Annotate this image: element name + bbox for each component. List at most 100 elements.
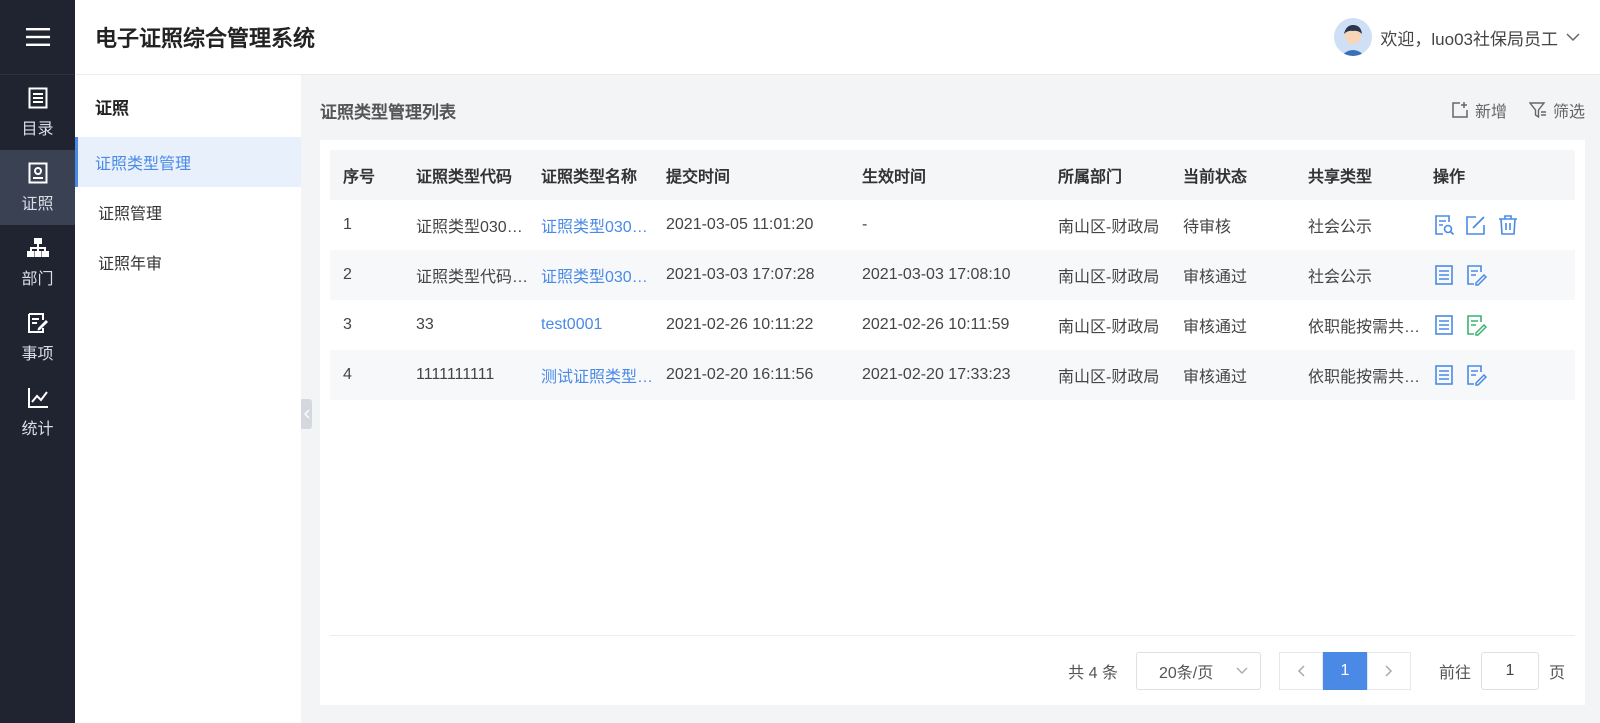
page-number-button[interactable]: 1	[1322, 651, 1367, 690]
subnav-title: 证照	[95, 98, 129, 118]
subnav-item-license-type[interactable]: 证照类型管理	[75, 137, 301, 187]
edit-icon	[1466, 216, 1485, 235]
doc-edit-icon	[1467, 315, 1487, 336]
filter-label: 筛选	[1552, 104, 1585, 121]
rail-item-matters[interactable]: 事项	[0, 300, 75, 375]
edit-doc-icon	[27, 312, 48, 333]
cell-index: 2	[330, 250, 403, 300]
filter-button[interactable]: 筛选	[1528, 98, 1585, 122]
page-suffix: 页	[1548, 664, 1565, 682]
column-header: 生效时间	[849, 150, 1045, 200]
cell-share-type: 社会公示	[1295, 250, 1420, 300]
chart-icon	[27, 387, 48, 408]
goto-label: 前往	[1438, 664, 1471, 682]
user-menu[interactable]: 欢迎，luo03社保局员工	[1334, 18, 1580, 56]
rail-item-catalog[interactable]: 目录	[0, 75, 75, 150]
rail-item-stats[interactable]: 统计	[0, 375, 75, 450]
cell-actions	[1420, 250, 1575, 300]
column-header: 提交时间	[653, 150, 849, 200]
rail-item-label: 事项	[21, 345, 54, 363]
rail-item-label: 部门	[21, 270, 54, 288]
page-buttons: 1	[1278, 651, 1411, 690]
column-header: 操作	[1420, 150, 1575, 200]
detail-doc-icon	[1435, 315, 1453, 335]
menu-toggle-button[interactable]	[0, 0, 75, 75]
rail-item-department[interactable]: 部门	[0, 225, 75, 300]
change-button[interactable]	[1465, 364, 1487, 386]
page-size-value: 20条/页	[1158, 664, 1214, 682]
prev-page-button[interactable]	[1278, 651, 1323, 690]
filter-icon	[1528, 102, 1546, 119]
secondary-nav: 证照 证照类型管理 证照管理 证照年审	[75, 75, 301, 723]
license-icon	[28, 162, 47, 183]
chevron-left-icon	[303, 409, 309, 419]
cell-type-name-link[interactable]: test0001	[528, 300, 653, 350]
change-button[interactable]	[1465, 264, 1487, 286]
cell-status: 审核通过	[1170, 350, 1295, 400]
detail-button[interactable]	[1433, 314, 1455, 336]
rail-item-label: 统计	[21, 420, 54, 438]
cell-effective-time: 2021-03-03 17:08:10	[849, 250, 1045, 300]
cell-share-type: 社会公示	[1308, 219, 1373, 236]
collapse-handle[interactable]	[301, 399, 312, 429]
column-header: 证照类型代码	[403, 150, 528, 200]
trash-icon	[1499, 215, 1517, 235]
detail-doc-icon	[1435, 265, 1453, 285]
main-content: 证照类型管理列表 新增 筛选 序号 证照类型代码 证照类型名称 提交时间 生效时…	[320, 90, 1585, 705]
subnav-item-license-manage[interactable]: 证照管理	[75, 187, 301, 237]
column-header: 所属部门	[1045, 150, 1170, 200]
next-page-button[interactable]	[1366, 651, 1411, 690]
change-button[interactable]	[1465, 314, 1487, 336]
edit-button[interactable]	[1465, 214, 1487, 236]
cell-status: 待审核	[1183, 219, 1232, 236]
cell-type-code: 证照类型030…	[416, 219, 523, 236]
cell-actions	[1420, 350, 1575, 400]
delete-button[interactable]	[1497, 214, 1519, 236]
cell-index: 4	[330, 350, 403, 400]
review-button[interactable]	[1433, 214, 1455, 236]
cell-type-code: 证照类型代码…	[403, 250, 528, 300]
cell-actions	[1420, 300, 1575, 350]
detail-doc-icon	[1435, 365, 1453, 385]
rail-item-label: 证照	[21, 195, 54, 213]
add-label: 新增	[1474, 104, 1507, 121]
goto-page-input[interactable]	[1480, 651, 1539, 690]
table-card: 序号 证照类型代码 证照类型名称 提交时间 生效时间 所属部门 当前状态 共享类…	[320, 140, 1585, 705]
cell-effective-time: -	[862, 216, 868, 233]
cell-index: 3	[343, 316, 352, 333]
table-row: 1 证照类型030… 证照类型030… 2021-03-05 11:01:20 …	[330, 200, 1575, 250]
column-header: 证照类型名称	[528, 150, 653, 200]
user-greeting: 欢迎，luo03社保局员工	[1380, 29, 1558, 49]
cell-type-name-link[interactable]: 证照类型030…	[528, 250, 653, 300]
cell-effective-time: 2021-02-20 17:33:23	[849, 350, 1045, 400]
detail-button[interactable]	[1433, 364, 1455, 386]
pagination: 共 4 条 20条/页 1 前往 页	[330, 635, 1575, 705]
license-type-table: 序号 证照类型代码 证照类型名称 提交时间 生效时间 所属部门 当前状态 共享类…	[330, 150, 1575, 400]
main-header: 证照类型管理列表 新增 筛选	[320, 90, 1585, 130]
cell-department: 南山区-财政局	[1058, 219, 1160, 236]
list-icon	[28, 87, 47, 108]
cell-actions	[1420, 200, 1575, 250]
rail-item-license[interactable]: 证照	[0, 150, 75, 225]
subnav-item-annual-review[interactable]: 证照年审	[75, 237, 301, 287]
column-header: 当前状态	[1170, 150, 1295, 200]
cell-department: 南山区-财政局	[1045, 250, 1170, 300]
cell-type-name-link[interactable]: 测试证照类型…	[528, 350, 653, 400]
review-doc-icon	[1435, 215, 1455, 236]
cell-share-type: 依职能按需共…	[1295, 350, 1420, 400]
detail-button[interactable]	[1433, 264, 1455, 286]
cell-index: 1	[343, 216, 352, 233]
cell-type-name-link[interactable]: 证照类型030…	[528, 200, 653, 250]
app-title: 电子证照综合管理系统	[95, 26, 316, 51]
chevron-down-icon	[1566, 33, 1580, 42]
add-button[interactable]: 新增	[1451, 98, 1507, 122]
cell-status: 审核通过	[1170, 250, 1295, 300]
page-size-select[interactable]: 20条/页	[1135, 651, 1261, 690]
hamburger-icon	[25, 28, 50, 46]
avatar	[1334, 18, 1373, 56]
cell-type-code: 33	[416, 316, 434, 333]
table-row: 2 证照类型代码… 证照类型030… 2021-03-03 17:07:28 2…	[330, 250, 1575, 300]
cell-department: 南山区-财政局	[1045, 350, 1170, 400]
org-icon	[26, 237, 49, 257]
chevron-right-icon	[1385, 664, 1393, 677]
